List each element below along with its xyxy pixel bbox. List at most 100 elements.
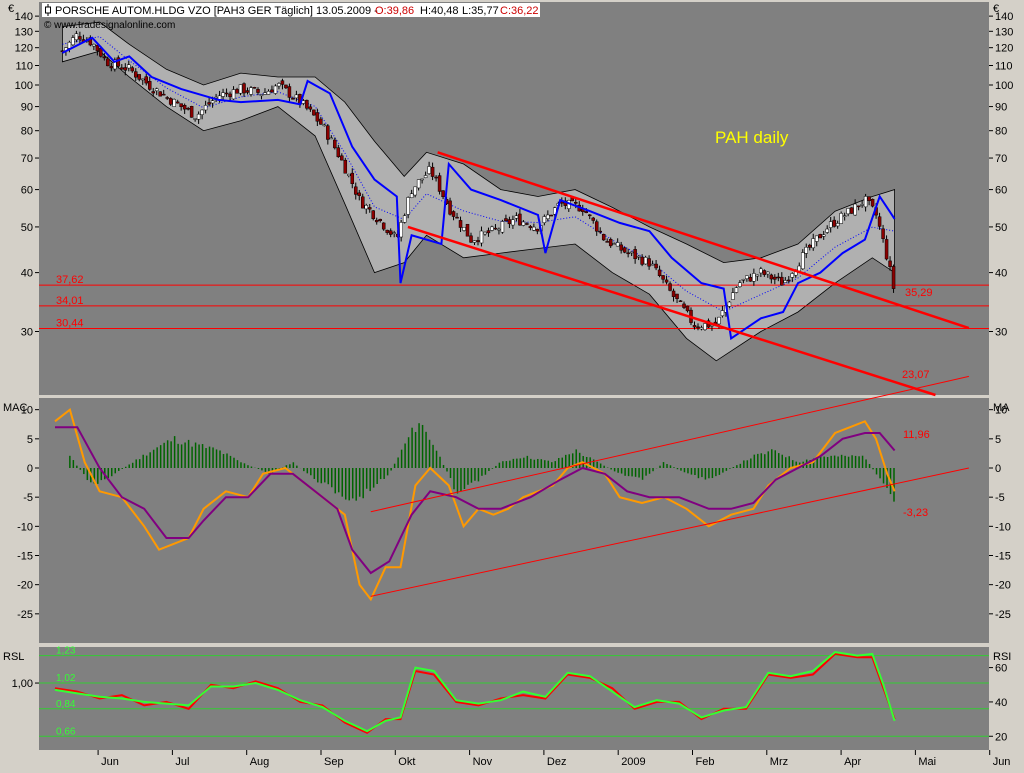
candle-body bbox=[685, 305, 690, 312]
candle-body bbox=[720, 310, 725, 317]
candle-body bbox=[130, 67, 135, 72]
candle-body bbox=[853, 203, 857, 216]
candle-body bbox=[668, 283, 672, 291]
candle-body bbox=[521, 221, 526, 226]
candle-body bbox=[643, 257, 648, 265]
candle-body bbox=[71, 37, 75, 46]
candle-body bbox=[650, 263, 655, 266]
candle-body bbox=[413, 186, 417, 196]
candle-body bbox=[692, 325, 697, 328]
candle-body bbox=[507, 219, 512, 225]
candle-body bbox=[699, 327, 704, 330]
macd-tick-label-right: -5 bbox=[995, 492, 1005, 504]
price-tick-label-left: 60 bbox=[21, 185, 33, 197]
candle-body bbox=[755, 274, 760, 277]
candle-body bbox=[333, 139, 337, 149]
candle-body bbox=[374, 219, 379, 223]
rsl-level-label: 0,66 bbox=[56, 726, 76, 737]
channel-upper-label: 35,29 bbox=[905, 287, 933, 299]
candle-body bbox=[228, 93, 232, 98]
candle-body bbox=[629, 251, 634, 254]
candle-body bbox=[301, 100, 306, 104]
candle-body bbox=[682, 303, 686, 308]
candle-body bbox=[745, 275, 749, 279]
candle-body bbox=[291, 98, 295, 100]
candle-body bbox=[594, 221, 599, 232]
candle-body bbox=[308, 106, 313, 110]
candle-body bbox=[364, 205, 368, 210]
candle-body bbox=[828, 221, 833, 228]
candle-body bbox=[532, 226, 536, 231]
candle-body bbox=[263, 92, 267, 95]
candle-body bbox=[312, 109, 316, 116]
price-tick-label-right: 110 bbox=[995, 60, 1013, 72]
candle-body bbox=[388, 230, 393, 235]
price-tick-label-left: 90 bbox=[21, 102, 33, 114]
candle-body bbox=[123, 67, 128, 71]
price-tick-label-left: 50 bbox=[21, 222, 33, 234]
candle-body bbox=[832, 219, 836, 227]
month-label: Aug bbox=[250, 756, 270, 768]
macd-panel[interactable] bbox=[39, 398, 989, 643]
candle-body bbox=[249, 87, 253, 95]
price-tick-label-left: 110 bbox=[15, 60, 33, 72]
month-label: Jun bbox=[101, 756, 119, 768]
candle-body bbox=[535, 228, 540, 232]
candle-body bbox=[137, 74, 142, 80]
candle-body bbox=[430, 166, 435, 177]
candle-body bbox=[731, 292, 735, 300]
candle-body bbox=[790, 273, 795, 278]
high-value: H:40,48 bbox=[420, 5, 459, 17]
candle-body bbox=[161, 93, 166, 96]
rsi-tick-label-right: 60 bbox=[995, 663, 1007, 675]
macd-tick-label-left: 0 bbox=[27, 463, 33, 475]
candle-body bbox=[207, 102, 211, 105]
candle-body bbox=[367, 207, 372, 210]
candle-body bbox=[867, 196, 871, 202]
candle-body bbox=[797, 265, 802, 272]
candle-body bbox=[619, 244, 623, 251]
candle-body bbox=[891, 266, 896, 289]
chart-annotation: PAH daily bbox=[715, 128, 789, 147]
macd-tick-label-right: -10 bbox=[995, 521, 1011, 533]
candle-body bbox=[807, 244, 812, 248]
candle-body bbox=[451, 211, 456, 217]
candle-body bbox=[856, 205, 861, 208]
candle-body bbox=[888, 260, 892, 267]
candle-body bbox=[406, 197, 410, 215]
low-value: L:35,77 bbox=[462, 5, 499, 17]
candle-body bbox=[165, 97, 169, 99]
month-label: Okt bbox=[398, 756, 415, 768]
candle-body bbox=[612, 243, 616, 245]
month-label: Dez bbox=[547, 756, 567, 768]
rsl-panel[interactable] bbox=[39, 647, 989, 750]
candle-body bbox=[773, 276, 777, 280]
candle-body bbox=[469, 235, 473, 243]
candle-body bbox=[294, 94, 299, 99]
candle-body bbox=[748, 277, 753, 282]
candle-body bbox=[542, 216, 547, 224]
candle-body bbox=[528, 226, 533, 229]
candle-body bbox=[525, 223, 529, 225]
candle-body bbox=[189, 106, 194, 118]
candle-body bbox=[881, 228, 885, 239]
candle-body bbox=[423, 175, 428, 178]
candle-body bbox=[186, 108, 190, 110]
macd-tick-label-left: -25 bbox=[17, 609, 33, 621]
close-value: C:36,22 bbox=[500, 5, 539, 17]
candle-body bbox=[738, 282, 742, 287]
candle-body bbox=[74, 33, 79, 41]
macd-tick-label-right: 10 bbox=[995, 405, 1007, 417]
candle-body bbox=[277, 83, 281, 87]
macd-tick-label-right: 0 bbox=[995, 463, 1001, 475]
macd-tick-label-left: 10 bbox=[21, 405, 33, 417]
candle-body bbox=[242, 83, 246, 94]
price-tick-label-right: 70 bbox=[995, 153, 1007, 165]
candle-body bbox=[615, 242, 620, 247]
candle-body bbox=[497, 228, 501, 231]
candle-body bbox=[381, 222, 386, 230]
macd-tick-label-right: -25 bbox=[995, 609, 1011, 621]
candle-body bbox=[752, 273, 756, 282]
candle-body bbox=[102, 56, 107, 59]
candle-body bbox=[134, 71, 138, 78]
